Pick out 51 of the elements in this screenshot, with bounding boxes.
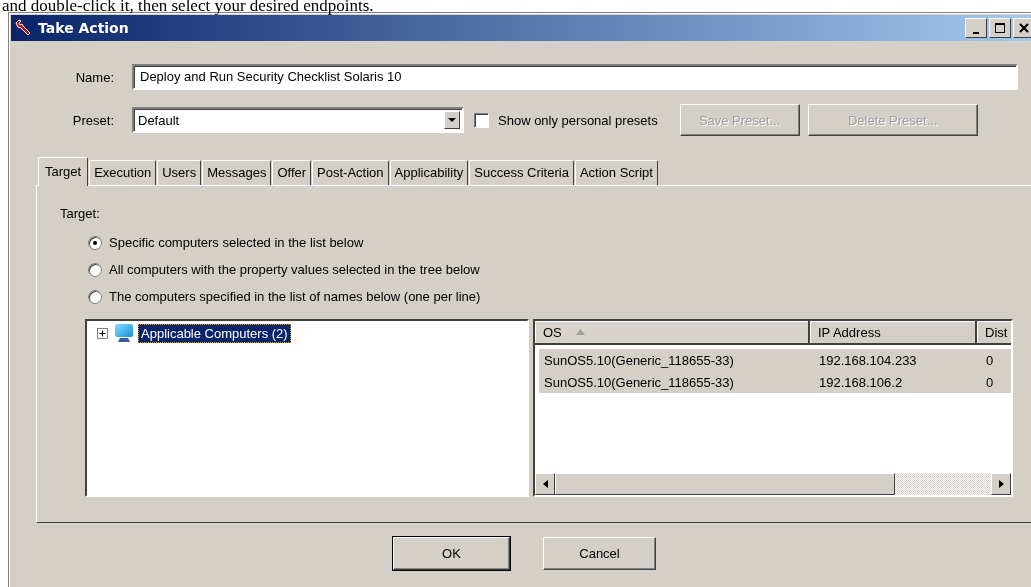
target-label: Target: — [60, 206, 101, 221]
tab[interactable]: Action Script — [574, 160, 658, 185]
maximize-button[interactable] — [989, 18, 1011, 38]
scroll-left-icon[interactable] — [535, 473, 555, 495]
window-title: Take Action — [38, 20, 129, 36]
tab[interactable]: Messages — [202, 160, 272, 185]
table-row[interactable]: SunOS5.10(Generic_118655-33) 192.168.104.233 0 — [539, 349, 1011, 371]
radio-button[interactable] — [88, 289, 102, 304]
tab[interactable]: Offer — [272, 160, 312, 185]
dialog-button[interactable]: Cancel — [543, 537, 656, 570]
column-header[interactable]: Dist — [977, 321, 1011, 345]
checkbox[interactable] — [474, 112, 489, 128]
tab[interactable]: Success Criteria — [469, 160, 574, 185]
expand-icon[interactable] — [97, 327, 108, 339]
scroll-right-icon[interactable] — [991, 473, 1011, 495]
table-cell-text: 0 — [985, 374, 995, 390]
table-cell-text: 192.168.104.233 — [818, 352, 918, 368]
table-row[interactable]: SunOS5.10(Generic_118655-33) 192.168.106.2 0 — [539, 371, 1011, 393]
radio-label: Specific computers selected in the list below — [109, 235, 364, 250]
tab[interactable]: Execution — [89, 160, 157, 185]
column-header[interactable]: IP Address — [810, 321, 977, 345]
close-icon — [1018, 22, 1030, 34]
preset-label: Preset: — [71, 112, 115, 128]
table-cell-text: 192.168.106.2 — [818, 374, 904, 390]
wrench-icon — [14, 19, 32, 37]
tree-item[interactable]: Applicable Computers (2) — [138, 323, 291, 343]
close-button[interactable] — [1013, 18, 1031, 38]
monitor-icon — [114, 323, 134, 343]
name-label: Name: — [74, 69, 115, 85]
name-field[interactable]: Deploy and Run Security Checklist Solaris 10 — [132, 64, 1018, 90]
tab[interactable]: Post-Action — [312, 160, 389, 185]
table-cell-text: SunOS5.10(Generic_118655-33) — [543, 352, 735, 368]
radio-label: All computers with the property values selected in the tree below — [109, 262, 480, 277]
maximize-icon — [994, 22, 1006, 34]
tab[interactable]: Target — [38, 157, 89, 186]
sort-arrow-icon — [575, 329, 585, 335]
radio-button[interactable] — [88, 262, 102, 277]
horizontal-scrollbar[interactable] — [535, 473, 1011, 495]
dialog-button[interactable]: OK — [393, 537, 510, 570]
radio-label: The computers specified in the list of names below (one per line) — [109, 289, 481, 304]
minimize-button[interactable] — [965, 18, 987, 38]
scrollbar-thumb[interactable] — [555, 473, 895, 495]
preset-dropdown[interactable]: Default — [132, 107, 464, 133]
tab[interactable]: Users — [157, 160, 202, 185]
tab[interactable]: Applicability — [389, 160, 469, 185]
column-header[interactable]: OS — [535, 321, 810, 345]
table-cell-text: SunOS5.10(Generic_118655-33) — [543, 374, 735, 390]
checkbox-label: Show only personal presets — [498, 112, 658, 128]
minimize-icon — [973, 32, 979, 34]
table-cell-text: 0 — [985, 352, 995, 368]
radio-button[interactable] — [88, 235, 102, 250]
